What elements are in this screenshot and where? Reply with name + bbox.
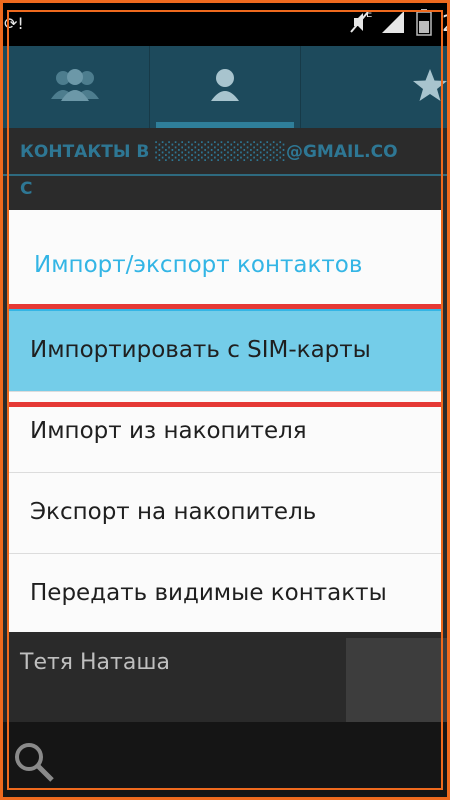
tab-groups[interactable] <box>0 46 149 128</box>
inner-frame-border-left <box>7 10 9 790</box>
menu-item-import-sim[interactable]: Импортировать с SIM-карты <box>8 311 442 392</box>
frame-border-top <box>0 0 450 3</box>
menu-item-share-visible[interactable]: Передать видимые контакты <box>8 554 442 634</box>
contacts-tab-bar <box>0 46 450 128</box>
groups-icon <box>49 67 101 107</box>
highlight-border-bottom <box>8 402 442 407</box>
battery-icon <box>416 8 432 40</box>
menu-item-label: Экспорт на накопитель <box>30 499 317 525</box>
section-letter-header: С <box>0 177 450 209</box>
contact-person-icon <box>209 67 241 107</box>
dialog-title-text: Импорт/экспорт контактов <box>34 252 363 278</box>
section-letter: С <box>20 179 33 199</box>
dialog-title: Импорт/экспорт контактов <box>8 210 442 311</box>
menu-item-label: Передать видимые контакты <box>30 580 387 606</box>
account-header-label: КОНТАКТЫ В ░░░░░░░░░░@GMAIL.CO <box>20 142 398 162</box>
frame-border-left <box>0 0 3 800</box>
inner-frame-border-bottom <box>7 788 443 790</box>
inner-frame-border-right <box>441 10 443 790</box>
import-export-dialog: Импорт/экспорт контактов Импортировать с… <box>8 210 442 632</box>
menu-item-label: Импорт из накопителя <box>30 418 307 444</box>
signal-icon: E <box>366 9 406 39</box>
highlight-border-top <box>8 304 442 309</box>
phone-screen: ⟳! E 2 КОНТАКТЫ В ░░░░░░░░░░@GMAIL.CO С … <box>0 0 450 800</box>
contact-name: Тетя Наташа <box>20 650 170 675</box>
menu-item-export-storage[interactable]: Экспорт на накопитель <box>8 473 442 554</box>
menu-item-label: Импортировать с SIM-карты <box>30 337 371 363</box>
search-icon[interactable] <box>12 740 56 788</box>
account-header: КОНТАКТЫ В ░░░░░░░░░░@GMAIL.CO <box>0 128 450 176</box>
tab-favorites[interactable] <box>299 46 450 128</box>
tab-contacts[interactable] <box>149 46 299 128</box>
inner-frame-border-top <box>7 10 443 12</box>
status-bar: ⟳! E 2 <box>0 0 450 46</box>
